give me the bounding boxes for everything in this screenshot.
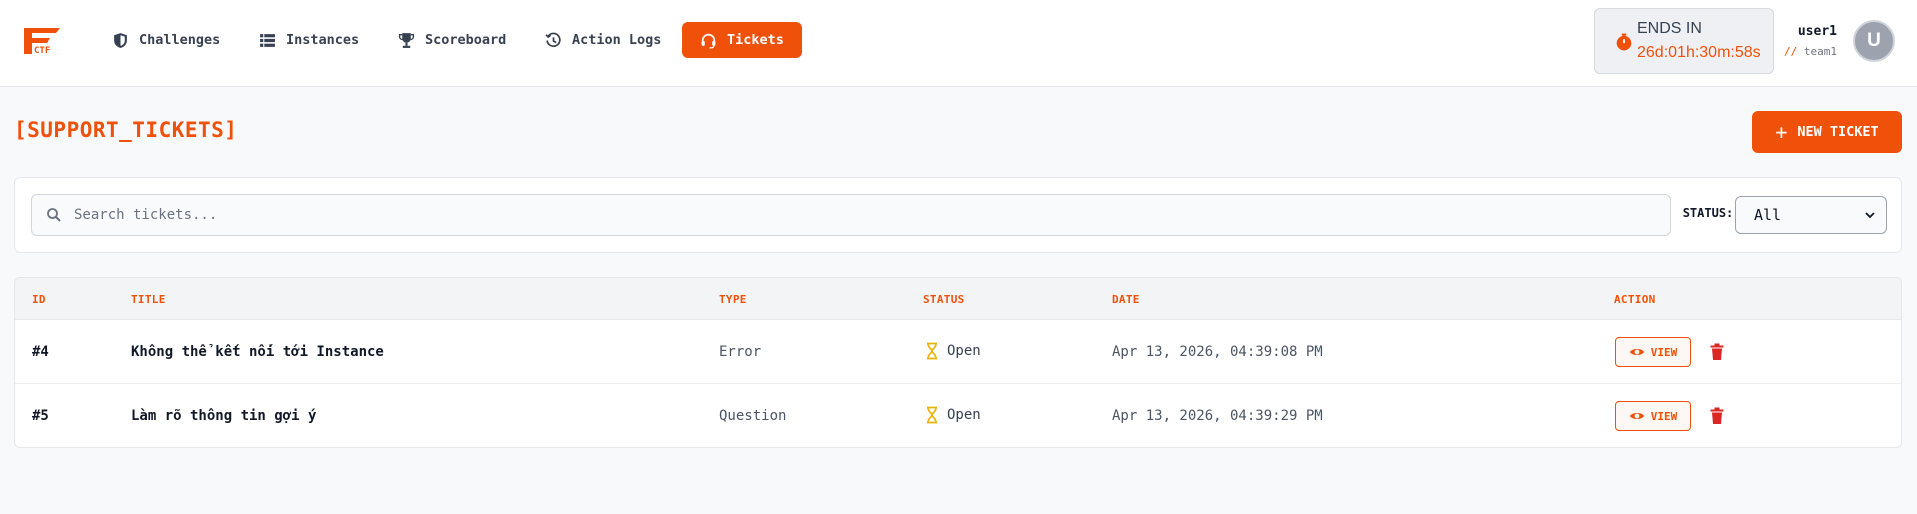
countdown-timer: ENDS IN 26d:01h:30m:58s bbox=[1594, 8, 1774, 74]
ticket-status-label: Open bbox=[947, 407, 981, 423]
view-ticket-button[interactable]: VIEW bbox=[1615, 401, 1691, 431]
nav-tickets-label: Tickets bbox=[727, 32, 784, 48]
header-action: ACTION bbox=[1614, 293, 1656, 306]
search-box bbox=[31, 194, 1671, 236]
user-name: user1 bbox=[1797, 24, 1837, 39]
new-ticket-label: NEW TICKET bbox=[1797, 124, 1879, 140]
headset-icon bbox=[701, 33, 716, 49]
table-row: #5 Làm rõ thông tin gợi ý Question Open … bbox=[15, 384, 1901, 447]
status-select[interactable]: All bbox=[1735, 196, 1887, 234]
header-id: ID bbox=[32, 293, 46, 306]
table-row: #4 Không thể kết nối tới Instance Error … bbox=[15, 320, 1901, 384]
tickets-table: ID TITLE TYPE STATUS DATE ACTION #4 Khôn… bbox=[14, 277, 1902, 448]
new-ticket-button[interactable]: + NEW TICKET bbox=[1752, 111, 1902, 153]
nav-instances[interactable]: Instances bbox=[241, 22, 377, 58]
nav-instances-label: Instances bbox=[286, 32, 360, 48]
page-title: [SUPPORT_TICKETS] bbox=[14, 118, 238, 142]
view-ticket-button[interactable]: VIEW bbox=[1615, 337, 1691, 367]
nav-tickets[interactable]: Tickets bbox=[682, 22, 802, 58]
eye-icon bbox=[1629, 349, 1644, 355]
team-prefix: // bbox=[1784, 45, 1798, 58]
nav-action-logs[interactable]: Action Logs bbox=[527, 22, 679, 58]
list-icon bbox=[260, 33, 275, 47]
nav-action-logs-label: Action Logs bbox=[572, 32, 662, 48]
timer-value: 26d:01h:30m:58s bbox=[1637, 44, 1761, 61]
avatar[interactable]: U bbox=[1853, 20, 1895, 62]
ticket-title: Làm rõ thông tin gợi ý bbox=[131, 408, 317, 424]
view-ticket-label: VIEW bbox=[1650, 345, 1678, 359]
ticket-type: Question bbox=[719, 408, 787, 424]
ctf-logo[interactable]: CTF bbox=[20, 24, 64, 58]
nav-scoreboard-label: Scoreboard bbox=[425, 32, 507, 48]
view-ticket-label: VIEW bbox=[1650, 409, 1678, 423]
hourglass-icon bbox=[927, 342, 937, 360]
nav-challenges-label: Challenges bbox=[139, 32, 221, 48]
top-navbar: CTF Challenges Instances Scoreboard Acti… bbox=[0, 0, 1917, 87]
header-title: TITLE bbox=[131, 293, 166, 306]
search-icon bbox=[47, 208, 61, 222]
shield-icon bbox=[114, 32, 127, 48]
ticket-status: Open bbox=[925, 342, 981, 360]
logo-text: CTF bbox=[34, 46, 50, 56]
team-label: team1 bbox=[1803, 45, 1837, 58]
ticket-id: #5 bbox=[32, 408, 49, 424]
team-name: // team1 bbox=[1784, 45, 1837, 58]
ticket-date: Apr 13, 2026, 04:39:29 PM bbox=[1112, 408, 1323, 424]
ticket-title: Không thể kết nối tới Instance bbox=[131, 344, 384, 360]
nav-scoreboard[interactable]: Scoreboard bbox=[380, 22, 524, 58]
trophy-icon bbox=[398, 32, 415, 48]
ticket-id: #4 bbox=[32, 344, 49, 360]
ticket-status: Open bbox=[925, 406, 981, 424]
status-filter-label: STATUS: bbox=[1682, 206, 1734, 220]
ticket-date: Apr 13, 2026, 04:39:08 PM bbox=[1112, 344, 1323, 360]
header-date: DATE bbox=[1112, 293, 1140, 306]
chevron-down-icon bbox=[1865, 212, 1875, 219]
ticket-type: Error bbox=[719, 344, 762, 360]
trash-icon[interactable] bbox=[1709, 343, 1725, 361]
header-type: TYPE bbox=[719, 293, 747, 306]
hourglass-icon bbox=[927, 406, 937, 424]
stopwatch-icon bbox=[1616, 33, 1632, 51]
plus-icon: + bbox=[1775, 120, 1788, 144]
nav-challenges[interactable]: Challenges bbox=[94, 22, 238, 58]
timer-label: ENDS IN bbox=[1637, 20, 1702, 37]
header-status: STATUS bbox=[923, 293, 965, 306]
status-select-value: All bbox=[1754, 206, 1782, 224]
trash-icon[interactable] bbox=[1709, 407, 1725, 425]
table-header: ID TITLE TYPE STATUS DATE ACTION bbox=[15, 278, 1901, 320]
filter-panel: STATUS: All bbox=[14, 177, 1902, 253]
search-input[interactable] bbox=[72, 195, 1662, 235]
ticket-status-label: Open bbox=[947, 343, 981, 359]
eye-icon bbox=[1629, 413, 1644, 419]
history-icon bbox=[545, 32, 561, 47]
